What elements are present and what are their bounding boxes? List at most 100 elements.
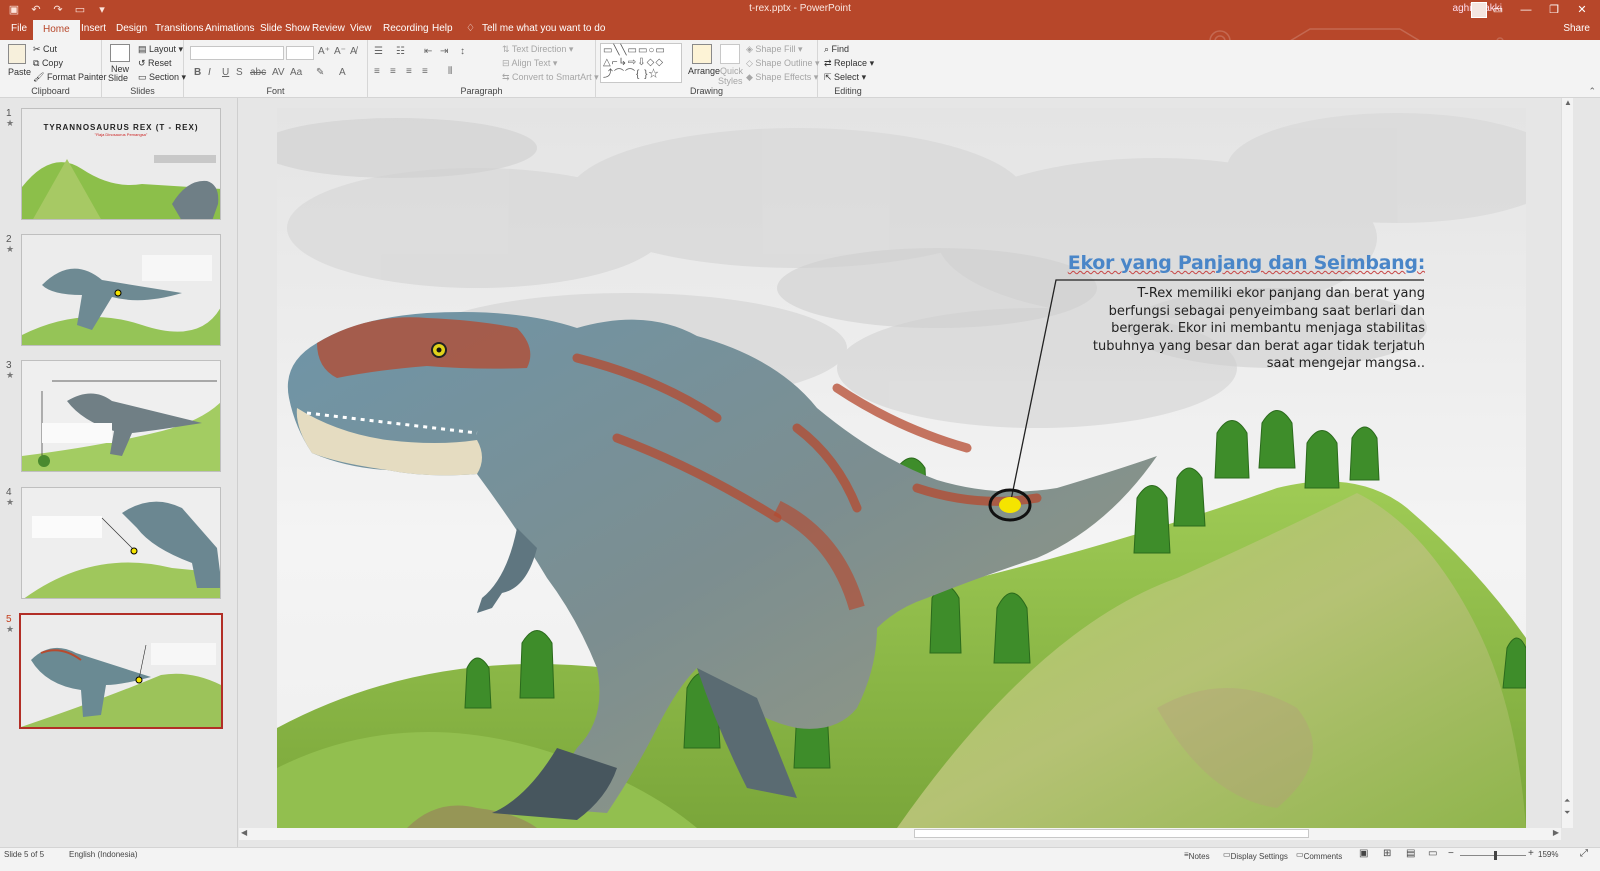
new-slide-button-line2[interactable]: Slide <box>108 73 128 83</box>
scroll-right-icon[interactable]: ▶ <box>1553 828 1559 837</box>
section-button[interactable]: ▭ Section ▾ <box>138 72 186 83</box>
shadow-icon[interactable]: S <box>236 67 243 78</box>
shape-outline-button[interactable]: ◇ Shape Outline ▾ <box>746 58 820 69</box>
format-painter-button[interactable]: 🖌 Format Painter <box>33 72 106 83</box>
change-case-icon[interactable]: Aa <box>290 67 302 78</box>
bullets-icon[interactable]: ☰ <box>374 46 383 57</box>
align-left-icon[interactable]: ≡ <box>374 66 380 77</box>
animation-star-icon: ★ <box>6 118 15 128</box>
shape-effects-button[interactable]: ◆ Shape Effects ▾ <box>746 72 818 83</box>
tab-insert[interactable]: Insert <box>81 23 106 34</box>
normal-view-icon[interactable]: ▣ <box>1359 848 1368 859</box>
tab-view[interactable]: View <box>350 23 372 34</box>
convert-smartart-button[interactable]: ⇆ Convert to SmartArt ▾ <box>502 72 599 83</box>
comments-button[interactable]: ▭ Comments <box>1296 850 1342 861</box>
zoom-slider-track[interactable] <box>1460 855 1526 856</box>
zoom-level[interactable]: 159% <box>1538 850 1558 859</box>
underline-icon[interactable]: U <box>222 67 229 78</box>
scroll-up-icon[interactable]: ▲ <box>1564 98 1572 107</box>
decrease-indent-icon[interactable]: ⇤ <box>424 46 432 57</box>
tab-slide-show[interactable]: Slide Show <box>260 23 310 34</box>
reading-view-icon[interactable]: ▤ <box>1406 848 1415 859</box>
slide-thumbnail-5[interactable] <box>19 613 223 729</box>
quick-styles-button-line2[interactable]: Styles <box>718 76 743 86</box>
zoom-slider-thumb[interactable] <box>1494 851 1497 860</box>
slide-thumbnail-4[interactable] <box>21 487 221 599</box>
italic-icon[interactable]: I <box>208 67 211 78</box>
slide-thumbnail-2[interactable] <box>21 234 221 346</box>
close-icon[interactable]: ✕ <box>1568 1 1596 19</box>
prev-slide-icon[interactable]: ⏶ <box>1564 796 1570 806</box>
display-settings-button[interactable]: ▭ Display Settings <box>1223 850 1288 861</box>
replace-button[interactable]: ⇄ Replace ▾ <box>824 58 874 69</box>
tab-animations[interactable]: Animations <box>205 23 254 34</box>
copy-button[interactable]: ⧉ Copy <box>33 58 63 69</box>
text-direction-button[interactable]: ⇅ Text Direction ▾ <box>502 44 573 55</box>
ribbon-display-icon[interactable]: ▭ <box>1484 1 1512 19</box>
fit-slide-icon[interactable]: ⤢ <box>1580 848 1588 859</box>
slide-heading[interactable]: Ekor yang Panjang dan Seimbang: <box>1068 252 1426 274</box>
shape-fill-button[interactable]: ◈ Shape Fill ▾ <box>746 44 802 55</box>
collapse-ribbon-icon[interactable]: ⌃ <box>1588 86 1596 97</box>
quick-styles-button[interactable]: Quick <box>720 66 743 76</box>
shapes-gallery[interactable]: ▭╲╲▭▭○▭ △⌐↳⇨⇩◇◇ ⤴⌒⌒{ }☆ <box>600 43 682 83</box>
layout-button[interactable]: ▤ Layout ▾ <box>138 44 183 55</box>
select-button[interactable]: ⇱ Select ▾ <box>824 72 866 83</box>
zoom-in-icon[interactable]: + <box>1528 848 1534 859</box>
vertical-scrollbar[interactable]: ▲ ⏶ ⏷ <box>1561 98 1573 828</box>
shrink-font-icon[interactable]: A⁻ <box>334 46 346 57</box>
tab-review[interactable]: Review <box>312 23 345 34</box>
align-center-icon[interactable]: ≡ <box>390 66 396 77</box>
tab-help[interactable]: Help <box>432 23 453 34</box>
language-indicator[interactable]: English (Indonesia) <box>69 850 137 859</box>
spacing-icon[interactable]: AV <box>272 67 285 78</box>
arrange-button[interactable]: Arrange <box>688 66 720 76</box>
horizontal-scroll-thumb[interactable] <box>914 829 1309 838</box>
font-name-combo[interactable] <box>190 46 284 60</box>
justify-icon[interactable]: ≡ <box>422 66 428 77</box>
tab-design[interactable]: Design <box>116 23 147 34</box>
notes-button[interactable]: ≡ Notes <box>1184 850 1210 861</box>
zoom-out-icon[interactable]: − <box>1448 848 1454 859</box>
tell-me-search[interactable]: Tell me what you want to do <box>482 23 605 34</box>
highlight-icon[interactable]: ✎ <box>316 67 324 78</box>
tab-home[interactable]: Home <box>33 20 80 40</box>
columns-icon[interactable]: ⫴ <box>448 66 452 77</box>
tab-recording[interactable]: Recording <box>383 23 429 34</box>
font-color-icon[interactable]: A <box>339 67 346 78</box>
strikethrough-icon[interactable]: abc <box>250 67 266 78</box>
horizontal-scrollbar[interactable]: ◀ ▶ <box>239 828 1561 840</box>
slide-thumbnail-1[interactable]: TYRANNOSAURUS REX (T - REX) "Raja Dinosa… <box>21 108 221 220</box>
slide-body-text[interactable]: T-Rex memiliki ekor panjang dan berat ya… <box>1085 285 1425 373</box>
find-button[interactable]: ⌕ Find <box>824 44 849 55</box>
next-slide-icon[interactable]: ⏷ <box>1564 808 1570 818</box>
grow-font-icon[interactable]: A⁺ <box>318 46 330 57</box>
restore-icon[interactable]: ❐ <box>1540 1 1568 19</box>
arrange-icon[interactable] <box>692 44 712 64</box>
increase-indent-icon[interactable]: ⇥ <box>440 46 448 57</box>
tab-transitions[interactable]: Transitions <box>155 23 204 34</box>
paste-button[interactable]: Paste <box>8 67 31 77</box>
align-right-icon[interactable]: ≡ <box>406 66 412 77</box>
cut-button[interactable]: ✂ Cut <box>33 44 57 55</box>
new-slide-icon[interactable] <box>110 44 130 62</box>
align-text-button[interactable]: ⊟ Align Text ▾ <box>502 58 557 69</box>
clipboard-group: Paste ✂ Cut ⧉ Copy 🖌 Format Painter Clip… <box>0 40 106 98</box>
paste-icon[interactable] <box>8 44 26 64</box>
font-size-combo[interactable] <box>286 46 314 60</box>
numbering-icon[interactable]: ☷ <box>396 46 405 57</box>
bold-icon[interactable]: B <box>194 67 201 78</box>
current-slide[interactable]: Ekor yang Panjang dan Seimbang: T-Rex me… <box>277 108 1526 828</box>
slide-thumbnail-3[interactable] <box>21 360 221 472</box>
clear-format-icon[interactable]: A̸ <box>350 46 357 57</box>
line-spacing-icon[interactable]: ↕ <box>460 46 465 57</box>
slideshow-view-icon[interactable]: ▭ <box>1428 848 1437 859</box>
slide-sorter-icon[interactable]: ⊞ <box>1383 848 1391 859</box>
quick-styles-icon[interactable] <box>720 44 740 64</box>
minimize-icon[interactable]: — <box>1512 1 1540 19</box>
slides-group: New Slide ▤ Layout ▾ ↺ Reset ▭ Section ▾… <box>102 40 186 98</box>
tab-file[interactable]: File <box>11 23 27 34</box>
scroll-left-icon[interactable]: ◀ <box>241 828 247 837</box>
reset-button[interactable]: ↺ Reset <box>138 58 172 69</box>
share-button[interactable]: Share <box>1563 23 1590 34</box>
